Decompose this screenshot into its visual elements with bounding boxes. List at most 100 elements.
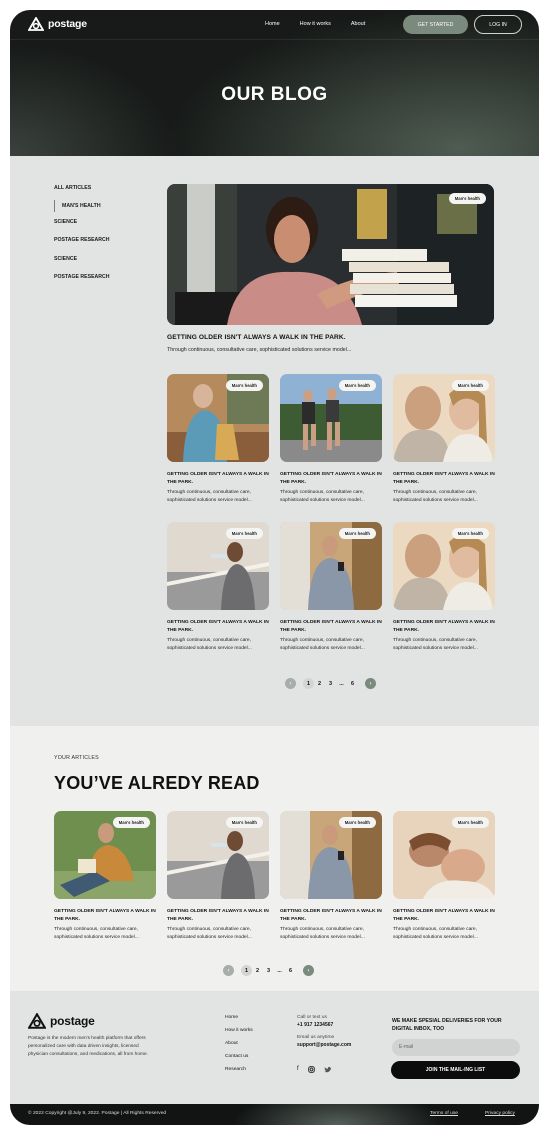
article-excerpt: Through continuous, consultative care, s… — [280, 638, 365, 651]
footer: postage Postage is the modern men's heal… — [10, 991, 539, 1104]
footer-link-contact[interactable]: Contact us — [225, 1054, 253, 1067]
nav-how-it-works[interactable]: How it works — [300, 21, 331, 27]
terms-link[interactable]: Terms of use — [430, 1111, 458, 1116]
category-tag: Man's health — [451, 380, 489, 391]
article-title: GETTING OLDER ISN'T ALWAYS A WALK IN THE… — [280, 909, 382, 922]
article-card[interactable]: Man's health GETTING OLDER ISN'T ALWAYS … — [167, 522, 269, 652]
nav-divider — [10, 39, 539, 40]
article-card[interactable]: Man's health GETTING OLDER ISN'T ALWAYS … — [167, 374, 269, 504]
sidebar-item-postage-research-2[interactable]: POSTAGE RESEARCH — [54, 274, 110, 292]
article-excerpt: Through continuous, consultative care, s… — [167, 490, 252, 503]
instagram-icon[interactable] — [307, 1066, 315, 1075]
article-excerpt: Through continuous, consultative care, s… — [393, 638, 478, 651]
logo-icon — [28, 1013, 46, 1029]
next-page-button[interactable]: › — [365, 678, 376, 689]
article-image: Man's health — [167, 522, 269, 610]
footer-link-how-it-works[interactable]: How it works — [225, 1028, 253, 1041]
article-image: Man's health — [167, 374, 269, 462]
read-article-card[interactable]: Man's health GETTING OLDER ISN'T ALWAYS … — [280, 811, 382, 941]
featured-article-image[interactable]: Man's health — [167, 184, 494, 325]
brand-name: postage — [48, 18, 87, 30]
prev-page-button[interactable]: ‹ — [223, 965, 234, 976]
nav-home[interactable]: Home — [265, 21, 280, 27]
article-title: GETTING OLDER ISN'T ALWAYS A WALK IN THE… — [54, 909, 156, 922]
brand-logo[interactable]: postage — [28, 17, 87, 31]
article-image: Man's health — [280, 374, 382, 462]
section-kicker: YOUR ARTICLES — [54, 755, 99, 761]
category-tag: Man's health — [451, 528, 489, 539]
facebook-icon[interactable]: f — [297, 1066, 299, 1075]
article-title: GETTING OLDER ISN'T ALWAYS A WALK IN THE… — [167, 472, 269, 485]
pagination: ‹ 1 2 3 ... 6 › — [285, 678, 376, 689]
sidebar-item-mans-health[interactable]: MAN'S HEALTH — [54, 200, 110, 213]
article-title: GETTING OLDER ISN'T ALWAYS A WALK IN THE… — [167, 620, 269, 633]
logo-icon — [28, 17, 44, 31]
article-card[interactable]: Man's health GETTING OLDER ISN'T ALWAYS … — [280, 374, 382, 504]
article-excerpt: Through continuous, consultative care, s… — [167, 927, 252, 940]
newsletter-email-input[interactable]: E-mail — [392, 1039, 520, 1056]
category-tag: Man's health — [225, 528, 263, 539]
footer-link-research[interactable]: Research — [225, 1067, 253, 1080]
article-title: GETTING OLDER ISN'T ALWAYS A WALK IN THE… — [393, 472, 495, 485]
article-card[interactable]: Man's health GETTING OLDER ISN'T ALWAYS … — [280, 522, 382, 652]
article-image: Man's health — [54, 811, 156, 899]
read-article-card[interactable]: Man's health GETTING OLDER ISN'T ALWAYS … — [167, 811, 269, 941]
phone-number[interactable]: +1 917 1234567 — [297, 1022, 351, 1028]
article-card[interactable]: Man's health GETTING OLDER ISN'T ALWAYS … — [393, 522, 495, 652]
featured-subtitle: Through continuous, consultative care, s… — [167, 347, 352, 353]
page-number[interactable]: 3 — [325, 678, 336, 689]
article-excerpt: Through continuous, consultative care, s… — [54, 927, 139, 940]
page-ellipsis: ... — [277, 967, 282, 974]
newsletter-title: WE MAKE SPESIAL DELIVERIES FOR YOUR DIGI… — [392, 1018, 502, 1033]
page-number[interactable]: 3 — [263, 965, 274, 976]
prev-page-button[interactable]: ‹ — [285, 678, 296, 689]
privacy-link[interactable]: Privacy policy — [485, 1111, 515, 1116]
footer-link-about[interactable]: About — [225, 1041, 253, 1054]
category-tag: Man's health — [338, 528, 376, 539]
category-tag: Man's health — [451, 817, 489, 828]
page-number[interactable]: 1 — [303, 678, 314, 689]
next-page-button[interactable]: › — [303, 965, 314, 976]
featured-title[interactable]: GETTING OLDER ISN'T ALWAYS A WALK IN THE… — [167, 334, 346, 341]
section-title: YOU’VE ALREDY READ — [54, 773, 260, 793]
twitter-icon[interactable] — [323, 1066, 332, 1075]
page-frame: postage Home How it works About GET STAR… — [10, 10, 539, 1125]
article-title: GETTING OLDER ISN'T ALWAYS A WALK IN THE… — [393, 620, 495, 633]
footer-link-home[interactable]: Home — [225, 1015, 253, 1028]
login-button[interactable]: LOG IN — [474, 15, 522, 34]
pagination: ‹ 1 2 3 ... 6 › — [223, 965, 314, 976]
category-tag: Man's health — [448, 193, 486, 204]
page-number[interactable]: 2 — [252, 965, 263, 976]
featured-photo — [167, 184, 494, 325]
page-number[interactable]: 1 — [241, 965, 252, 976]
footer-description: Postage is the modern men's health platf… — [28, 1036, 148, 1057]
footer-links: Home How it works About Contact us Resea… — [225, 1015, 253, 1079]
category-tag: Man's health — [338, 817, 376, 828]
page-title: OUR BLOG — [221, 84, 328, 105]
page-number[interactable]: 6 — [285, 965, 296, 976]
category-sidebar: ALL ARTICLES MAN'S HEALTH SCIENCE POSTAG… — [54, 185, 110, 292]
footer-logo[interactable]: postage — [28, 1013, 95, 1029]
read-article-card[interactable]: Man's health GETTING OLDER ISN'T ALWAYS … — [393, 811, 495, 941]
read-article-card[interactable]: Man's health GETTING OLDER ISN'T ALWAYS … — [54, 811, 156, 941]
email-address[interactable]: support@postage.com — [297, 1042, 351, 1048]
article-image: Man's health — [280, 522, 382, 610]
brand-name: postage — [50, 1014, 95, 1028]
page-number[interactable]: 2 — [314, 678, 325, 689]
article-excerpt: Through continuous, consultative care, s… — [280, 490, 365, 503]
article-excerpt: Through continuous, consultative care, s… — [167, 638, 252, 651]
join-mailing-list-button[interactable]: JOIN THE MAIL-ING LIST — [391, 1061, 520, 1079]
category-tag: Man's health — [338, 380, 376, 391]
sidebar-item-postage-research[interactable]: POSTAGE RESEARCH — [54, 237, 110, 255]
article-title: GETTING OLDER ISN'T ALWAYS A WALK IN THE… — [280, 472, 382, 485]
article-image: Man's health — [280, 811, 382, 899]
get-started-button[interactable]: GET STARTED — [403, 15, 468, 34]
article-excerpt: Through continuous, consultative care, s… — [393, 927, 478, 940]
page-number[interactable]: 6 — [347, 678, 358, 689]
sidebar-item-science[interactable]: SCIENCE — [54, 219, 110, 237]
bottom-bar: © 2022 Copyright @July 9, 2022. Postage … — [10, 1104, 539, 1125]
footer-contact: Call or text us +1 917 1234567 Email us … — [297, 1015, 351, 1048]
nav-about[interactable]: About — [351, 21, 365, 27]
article-card[interactable]: Man's health GETTING OLDER ISN'T ALWAYS … — [393, 374, 495, 504]
sidebar-item-science-2[interactable]: SCIENCE — [54, 256, 110, 274]
